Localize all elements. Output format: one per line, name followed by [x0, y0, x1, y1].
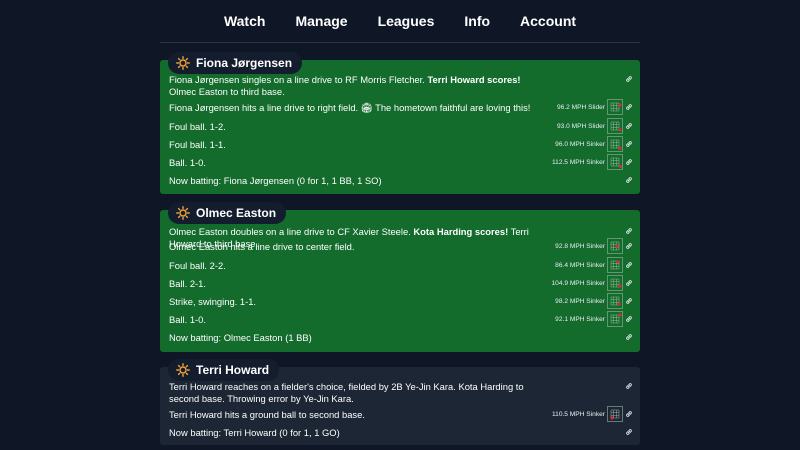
play-card-2: Olmec Easton Olmec Easton doubles on a l… [160, 202, 640, 352]
pitch-info: 98.2 MPH Sinker [555, 298, 605, 305]
strike-zone-icon [607, 293, 623, 309]
nav-manage[interactable]: Manage [280, 13, 362, 29]
play-row: Foul ball. 1-1. 96.0 MPH Sinker [169, 136, 633, 152]
pitch-info: 104.9 MPH Sinker [551, 280, 605, 287]
play-row: Olmec Easton hits a line drive to center… [169, 238, 633, 254]
play-row: Fiona Jørgensen hits a line drive to rig… [169, 99, 633, 115]
link-icon[interactable] [625, 158, 633, 166]
sun-icon [176, 206, 190, 220]
link-icon[interactable] [625, 140, 633, 148]
link-icon[interactable] [625, 315, 633, 323]
link-icon[interactable] [625, 333, 633, 341]
strike-zone-icon [607, 118, 623, 134]
pitch-info: 110.5 MPH Sinker [551, 411, 605, 418]
batter-chip: Fiona Jørgensen [168, 52, 303, 74]
play-row: Fiona Jørgensen singles on a line drive … [169, 74, 633, 97]
play-card-3: Terri Howard Terri Howard reaches on a f… [160, 359, 640, 445]
strike-zone-icon [607, 406, 623, 422]
link-icon[interactable] [625, 428, 633, 436]
pitch-info: 93.0 MPH Slider [556, 123, 605, 130]
strike-zone-icon [607, 238, 623, 254]
play-row: Ball. 1-0. 112.5 MPH Sinker [169, 154, 633, 170]
link-icon[interactable] [625, 103, 633, 111]
play-row: Strike, swinging. 1-1. 98.2 MPH Sinker [169, 293, 633, 309]
pitch-info: 86.4 MPH Sinker [555, 262, 605, 269]
link-icon[interactable] [625, 227, 633, 235]
batter-chip: Olmec Easton [168, 202, 287, 224]
nav-divider [160, 42, 640, 43]
strike-zone-icon [607, 311, 623, 327]
nav-info[interactable]: Info [449, 13, 505, 29]
link-icon[interactable] [625, 176, 633, 184]
play-row: Now batting: Terri Howard (0 for 1, 1 GO… [169, 427, 633, 439]
pitch-info: 96.0 MPH Sinker [555, 141, 605, 148]
link-icon[interactable] [625, 75, 633, 83]
play-card-1: Fiona Jørgensen Fiona Jørgensen singles … [160, 52, 640, 194]
play-row: Terri Howard reaches on a fielder's choi… [169, 381, 633, 404]
link-icon[interactable] [625, 261, 633, 269]
link-icon[interactable] [625, 297, 633, 305]
batter-name: Olmec Easton [196, 206, 277, 220]
batter-name: Fiona Jørgensen [196, 56, 293, 70]
play-row: Now batting: Fiona Jørgensen (0 for 1, 1… [169, 175, 633, 187]
link-icon[interactable] [625, 122, 633, 130]
pitch-info: 112.5 MPH Sinker [551, 159, 605, 166]
link-icon[interactable] [625, 242, 633, 250]
strike-zone-icon [607, 154, 623, 170]
play-row: Ball. 1-0. 92.1 MPH Sinker [169, 311, 633, 327]
play-row: Terri Howard hits a ground ball to secon… [169, 406, 633, 422]
batter-chip: Terri Howard [168, 359, 280, 381]
batter-name: Terri Howard [196, 363, 270, 377]
sun-icon [176, 363, 190, 377]
nav-watch[interactable]: Watch [209, 13, 280, 29]
pitch-info: 92.1 MPH Sinker [555, 316, 605, 323]
strike-zone-icon [607, 136, 623, 152]
play-row: Ball. 2-1. 104.9 MPH Sinker [169, 275, 633, 291]
strike-zone-icon [607, 257, 623, 273]
pitch-info: 92.8 MPH Sinker [555, 243, 605, 250]
play-row: Now batting: Olmec Easton (1 BB) [169, 332, 633, 344]
link-icon[interactable] [625, 382, 633, 390]
play-row: Foul ball. 1-2. 93.0 MPH Slider [169, 118, 633, 134]
nav-leagues[interactable]: Leagues [363, 13, 450, 29]
link-icon[interactable] [625, 410, 633, 418]
sun-icon [176, 56, 190, 70]
main-nav: Watch Manage Leagues Info Account [0, 0, 800, 42]
strike-zone-icon [607, 275, 623, 291]
play-row: Foul ball. 2-2. 86.4 MPH Sinker [169, 257, 633, 273]
nav-account[interactable]: Account [505, 13, 591, 29]
link-icon[interactable] [625, 279, 633, 287]
pitch-info: 96.2 MPH Slider [556, 104, 605, 111]
strike-zone-icon [607, 99, 623, 115]
